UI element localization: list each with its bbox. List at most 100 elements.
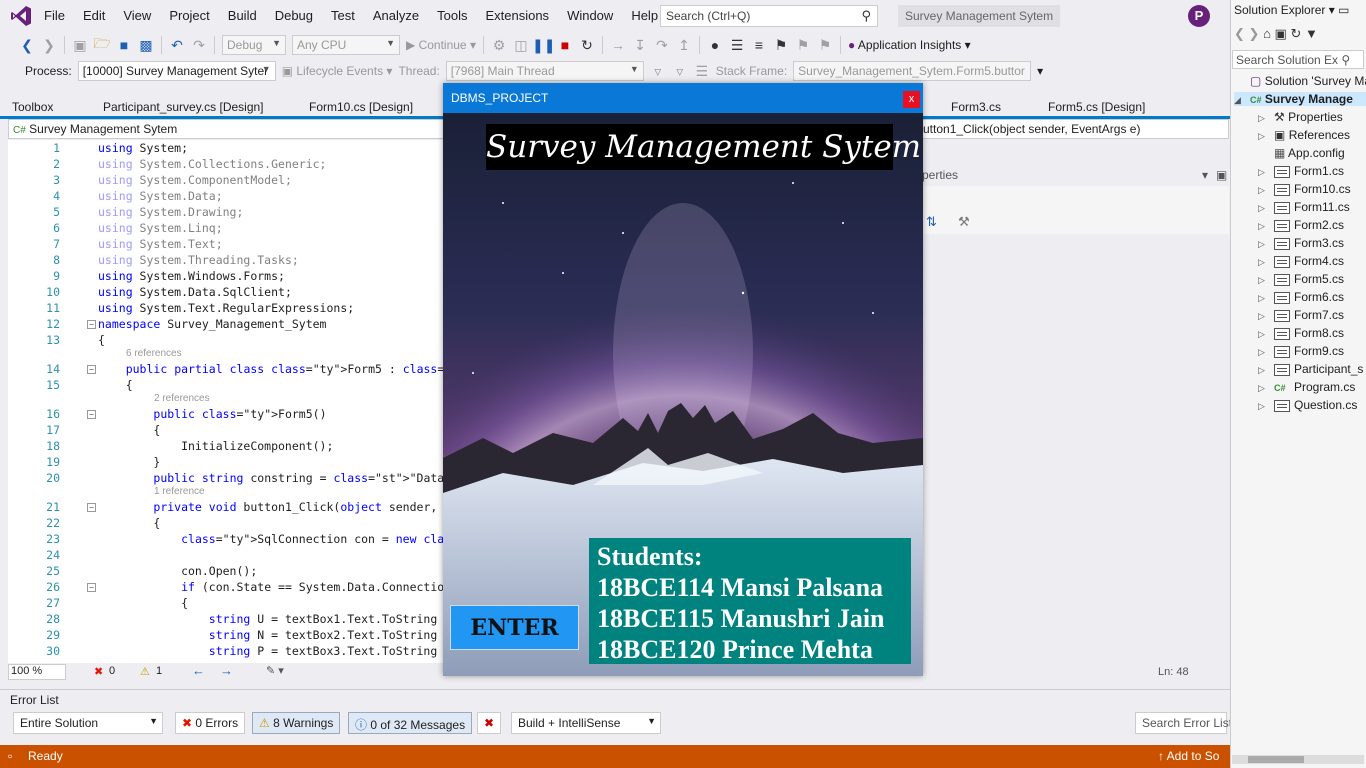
code-editor[interactable]: 1 using System; 2 using System.Collectio… [8,140,444,663]
forward-icon[interactable]: ❯ [38,37,60,54]
tree-item-properties[interactable]: ▷ ⚒ Properties [1258,110,1343,124]
next-bookmark-icon[interactable]: ⚑ [814,37,836,54]
lifecycle-events-button[interactable]: ▣ Lifecycle Events ▾ [282,64,393,78]
platform-dropdown[interactable]: Any CPU ▼ [292,35,400,55]
wrench-icon[interactable]: ⚒ [958,214,970,230]
menu-build[interactable]: Build [228,8,257,23]
chevron-down-icon[interactable]: ▾ [1329,3,1335,17]
tree-item-participant-survey[interactable]: ▷ Participant_s [1258,362,1363,376]
tree-item-question[interactable]: ▷ Question.cs [1258,398,1357,412]
collapse-icon[interactable]: − [87,503,96,512]
forward-icon[interactable]: ❯ [1249,26,1260,41]
menu-tools[interactable]: Tools [437,8,467,23]
editor-member-dropdown[interactable]: utton1_Click(object sender, EventArgs e) [922,119,1229,139]
step-over-icon[interactable]: ↷ [651,37,673,54]
home-icon[interactable]: ⌂ [1263,26,1271,41]
open-folder-icon[interactable]: 🗁 [91,33,113,57]
menu-file[interactable]: File [44,8,65,23]
tab-participant-survey-design[interactable]: Participant_survey.cs [Design] [103,100,264,114]
hot-reload-icon[interactable]: ◫ [510,37,532,54]
back-icon[interactable]: ❮ [16,37,38,54]
menu-debug[interactable]: Debug [275,8,313,23]
continue-button[interactable]: ▶ Continue ▾ [406,38,476,52]
codelens-references[interactable]: 2 references [154,393,210,404]
menu-test[interactable]: Test [331,8,355,23]
tree-item-form6[interactable]: ▷ Form6.cs [1258,290,1344,304]
collapse-icon[interactable]: − [87,410,96,419]
toolbox-tab[interactable]: Toolbox [12,100,53,114]
pin-icon[interactable]: ▭ [1338,3,1349,17]
menu-extensions[interactable]: Extensions [485,8,549,23]
nav-forward-icon[interactable]: → [220,663,233,678]
tab-form3[interactable]: Form3.cs [951,100,1001,114]
quick-launch-search[interactable]: Search (Ctrl+Q) ⚲ [660,5,878,27]
maximize-icon[interactable]: ▣ [1216,168,1227,182]
project-node[interactable]: ◢ C# Survey Manage [1234,92,1366,106]
config-dropdown[interactable]: Debug ▼ [222,35,286,55]
stack-frame-dropdown[interactable]: Survey_Management_Sytem.Form5.buttor [793,61,1032,81]
refresh-icon[interactable]: ↻ [1290,26,1301,41]
tree-item-form7[interactable]: ▷ Form7.cs [1258,308,1344,322]
tree-item-form2[interactable]: ▷ Form2.cs [1258,218,1344,232]
error-list-search[interactable]: Search Error List [1135,712,1232,734]
show-next-statement-icon[interactable]: → [607,37,629,53]
chevron-down-icon[interactable]: ▾ [1202,168,1208,182]
menu-help[interactable]: Help [631,8,658,23]
pause-icon[interactable]: ❚❚ [532,37,555,54]
tree-item-program[interactable]: ▷ C# Program.cs [1258,380,1355,394]
collapse-all-icon[interactable]: ▼ [1305,26,1318,41]
bookmark-icon[interactable]: ⚑ [770,37,792,54]
close-button[interactable]: x [903,91,920,108]
solution-node[interactable]: ▢ Solution 'Survey Ma [1234,74,1366,88]
save-icon[interactable]: ■ [113,37,135,53]
save-all-icon[interactable]: ▩ [135,37,157,54]
undo-icon[interactable]: ↶ [166,37,188,54]
collapse-icon[interactable]: − [87,365,96,374]
filter-icon[interactable]: ▿ [647,63,669,80]
prev-bookmark-icon[interactable]: ⚑ [792,37,814,54]
attach-icon[interactable]: ⚙ [488,37,510,54]
tab-form10-design[interactable]: Form10.cs [Design] [309,100,413,114]
back-icon[interactable]: ❮ [1234,26,1245,41]
menu-project[interactable]: Project [169,8,209,23]
app-window-titlebar[interactable]: DBMS_PROJECT [443,83,923,113]
tree-item-form1[interactable]: ▷ Form1.cs [1258,164,1344,178]
collapse-icon[interactable]: − [87,320,96,329]
restart-icon[interactable]: ↻ [576,37,598,54]
warning-count[interactable]: 1 [156,665,162,677]
profile-avatar[interactable]: P [1188,5,1210,27]
solution-explorer-search[interactable]: Search Solution Ex ⚲ [1232,50,1364,69]
application-insights-button[interactable]: ● Application Insights ▾ [848,38,971,52]
menu-view[interactable]: View [123,8,151,23]
tree-item-form5[interactable]: ▷ Form5.cs [1258,272,1344,286]
filter-clear-icon[interactable]: ▿ [669,63,691,80]
zoom-dropdown[interactable]: 100 % [8,664,66,680]
enter-button[interactable]: ENTER [450,605,579,650]
add-to-source-control[interactable]: ↑ Add to So [1158,749,1219,763]
thread-dropdown[interactable]: [7968] Main Thread ▼ [445,61,644,81]
tree-item-app-config[interactable]: ▦ App.config [1258,146,1345,160]
toolbar-overflow-icon[interactable]: ▾ [1037,64,1043,78]
step-into-icon[interactable]: ↧ [629,37,651,54]
menu-edit[interactable]: Edit [83,8,105,23]
menu-analyze[interactable]: Analyze [373,8,419,23]
tree-item-references[interactable]: ▷ ▣ References [1258,128,1350,142]
scrollbar-thumb[interactable] [1248,756,1304,763]
breakpoints-icon[interactable]: ● [704,37,726,53]
menu-window[interactable]: Window [567,8,613,23]
scope-dropdown[interactable]: Entire Solution ▼ [13,712,163,734]
warnings-filter-button[interactable]: ⚠ 8 Warnings [252,712,341,734]
error-count[interactable]: 0 [109,665,115,677]
errors-filter-button[interactable]: ✖ 0 Errors [175,712,246,734]
tree-item-form10[interactable]: ▷ Form10.cs [1258,182,1351,196]
collapse-icon[interactable]: − [87,583,96,592]
sort-alpha-icon[interactable]: ⇅ [926,214,937,230]
new-project-icon[interactable]: ▣ [69,37,91,54]
format-icon[interactable]: ☰ [726,37,748,54]
clear-filter-icon[interactable]: ✖ [477,712,501,734]
process-dropdown[interactable]: [10000] Survey Management Syter ▼ [77,61,276,81]
build-source-dropdown[interactable]: Build + IntelliSense ▼ [511,712,661,734]
brush-icon[interactable]: ✎ ▾ [266,664,284,677]
redo-icon[interactable]: ↷ [188,37,210,54]
codelens-references[interactable]: 6 references [126,348,182,359]
